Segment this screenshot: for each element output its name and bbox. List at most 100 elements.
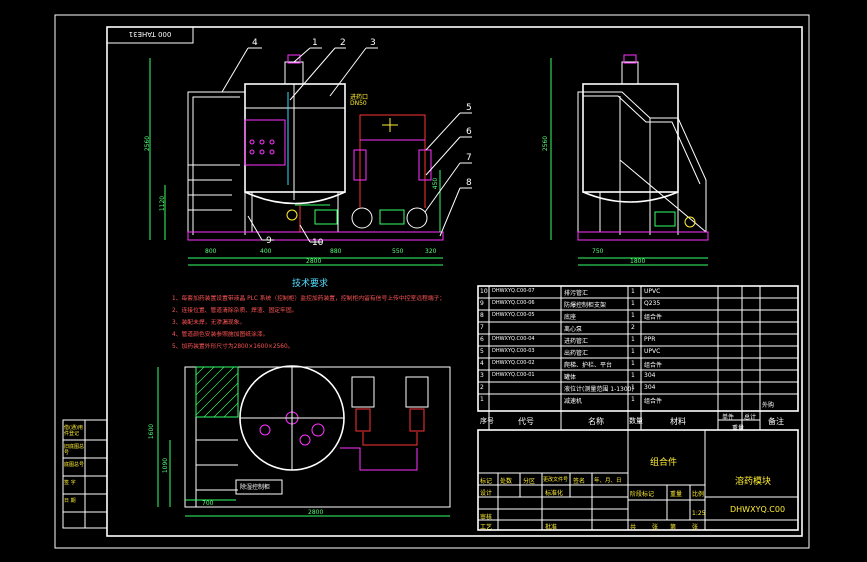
- left-strip-label: 借(通)用件登记: [64, 425, 83, 437]
- bom-head-code: 代号: [518, 417, 534, 426]
- product-name: 溶药模块: [735, 477, 772, 487]
- bom-cell-material: UPVC: [644, 288, 661, 295]
- tb-process: 工艺: [480, 524, 493, 531]
- tech-req-item: 1、每套加药装置设置带液晶 PLC 系统（控制柜）监控加药装置，控制柜内留有信号…: [172, 296, 446, 302]
- dim-plan-w-a: 700: [202, 500, 214, 507]
- sheet-title: 组合件: [650, 458, 678, 468]
- dim-front-lower: 1120: [159, 195, 167, 212]
- bom-head-no: 序号: [480, 417, 494, 425]
- bom-cell-code: DHWXYQ.C00-07: [492, 288, 535, 294]
- inlet-size: DN50: [350, 100, 367, 107]
- dim-side-height: 2560: [542, 135, 550, 152]
- bom-cell-material: 304: [644, 372, 656, 379]
- tb-sheets: 共: [630, 524, 637, 531]
- bom-cell-code: DHWXYQ.C00-02: [492, 360, 535, 366]
- bom-cell-no: 2: [480, 384, 484, 391]
- bom-cell-material: 组合件: [644, 362, 663, 369]
- bom-cell-qty: 2: [631, 324, 635, 331]
- bom-cell-qty: 1: [631, 348, 635, 355]
- dim-plan-total: 2800: [308, 509, 324, 516]
- scale: 1:25: [692, 510, 706, 517]
- plan-label: 除湿控制柜: [240, 484, 271, 491]
- dim-front-d: 550: [392, 248, 404, 255]
- callout-9: 9: [266, 236, 272, 246]
- bom-head-weight: 重量: [732, 425, 745, 432]
- bom-cell-no: 5: [480, 348, 484, 355]
- bom-cell-code: DHWXYQ.C00-01: [492, 372, 535, 378]
- bom-head-total: 总计: [744, 414, 757, 421]
- bom-cell-qty: 1: [631, 312, 635, 319]
- bom-cell-material: 组合件: [644, 398, 663, 405]
- tb-mark: 标记: [480, 478, 493, 485]
- bom-cell-qty: 1: [631, 384, 635, 391]
- tb-zone: 分区: [523, 478, 536, 485]
- tb-design: 设计: [480, 490, 493, 497]
- cad-drawing-canvas: { "drawing": { "ref_code": "000 TAHE31",…: [0, 0, 867, 562]
- callout-7: 7: [466, 153, 472, 163]
- bom-weight-label: 外购: [762, 402, 775, 409]
- bom-cell-no: 10: [480, 288, 488, 295]
- dim-plan-b: 1090: [162, 457, 170, 474]
- tb-standardize: 标准化: [545, 490, 564, 497]
- tech-req-item: 2、连接位置、管道清除杂质、焊渣、固定牢固。: [172, 308, 298, 314]
- bom-cell-name: 液位计(测量范围 1-1300): [564, 386, 634, 393]
- bom-cell-material: PPR: [644, 336, 656, 343]
- tb-review: 审核: [480, 514, 493, 521]
- tb-sheet-no-end: 张: [692, 524, 699, 531]
- tb-weight: 重量: [670, 491, 683, 498]
- bom-cell-name: 排污管汇: [564, 290, 589, 297]
- tb-sheet-of: 张: [652, 524, 659, 531]
- bom-cell-material: Q235: [644, 300, 661, 307]
- bom-cell-material: UPVC: [644, 348, 661, 355]
- dim-front-height: 2560: [144, 135, 152, 152]
- bom-cell-code: DHWXYQ.C00-06: [492, 300, 535, 306]
- left-strip-label: 底图总号: [64, 462, 85, 468]
- bom-cell-qty: 1: [631, 372, 635, 379]
- callout-10: 10: [312, 238, 324, 248]
- bom-cell-name: 爬梯、护栏、平台: [564, 362, 613, 369]
- tech-req-item: 4、管道颜色安装参照施加图纸涂漆。: [172, 332, 269, 338]
- bom-cell-name: 罐体: [564, 374, 577, 381]
- bom-cell-name: 出药管汇: [564, 350, 589, 357]
- left-strip-label: 签 字: [64, 480, 76, 486]
- bom-cell-name: 防爆控制柜支架: [564, 302, 607, 309]
- callout-4: 4: [252, 38, 258, 48]
- tb-approve: 批准: [545, 524, 558, 531]
- drawing-no: DHWXYQ.C00: [730, 505, 786, 514]
- tb-ratio: 比例: [692, 491, 705, 498]
- callout-3: 3: [370, 38, 376, 48]
- dim-pump: 450: [432, 177, 440, 190]
- tb-sheet-no: 第: [670, 524, 677, 531]
- bom-cell-qty: 1: [631, 336, 635, 343]
- bom-cell-code: DHWXYQ.C00-04: [492, 336, 535, 342]
- left-strip-label: 日 期: [64, 498, 76, 504]
- tb-change: 更改文件号: [543, 477, 569, 483]
- dim-front-c: 880: [330, 248, 342, 255]
- bom-head-qty: 数量: [629, 417, 643, 425]
- bom-cell-qty: 1: [631, 396, 635, 403]
- bom-cell-name: 离心泵: [564, 326, 583, 333]
- dim-side-total: 1800: [630, 258, 646, 265]
- bom-cell-material: 304: [644, 384, 656, 391]
- dim-plan-a: 1600: [148, 423, 156, 440]
- left-strip-label: 旧底图总号: [64, 444, 85, 456]
- bom-cell-no: 4: [480, 360, 484, 367]
- callout-8: 8: [466, 178, 472, 188]
- bom-cell-material: 组合件: [644, 314, 663, 321]
- bom-cell-no: 7: [480, 324, 484, 331]
- bom-cell-no: 8: [480, 312, 484, 319]
- text-layer: 4 1 2 3 5 6 7 8 9 10 进药口 DN50 除湿控制柜 2560…: [0, 0, 867, 562]
- callout-5: 5: [466, 103, 472, 113]
- bom-cell-no: 3: [480, 372, 484, 379]
- tb-stage: 阶段标记: [630, 491, 655, 498]
- callout-6: 6: [466, 127, 472, 137]
- bom-cell-name: 进药管汇: [564, 338, 589, 345]
- bom-cell-qty: 1: [631, 288, 635, 295]
- bom-cell-no: 9: [480, 300, 484, 307]
- dim-front-b: 400: [260, 248, 272, 255]
- bom-cell-name: 减速机: [564, 398, 583, 405]
- bom-cell-code: DHWXYQ.C00-03: [492, 348, 535, 354]
- bom-head-remark: 备注: [768, 417, 784, 426]
- dim-front-a: 800: [205, 248, 217, 255]
- bom-cell-no: 1: [480, 396, 484, 403]
